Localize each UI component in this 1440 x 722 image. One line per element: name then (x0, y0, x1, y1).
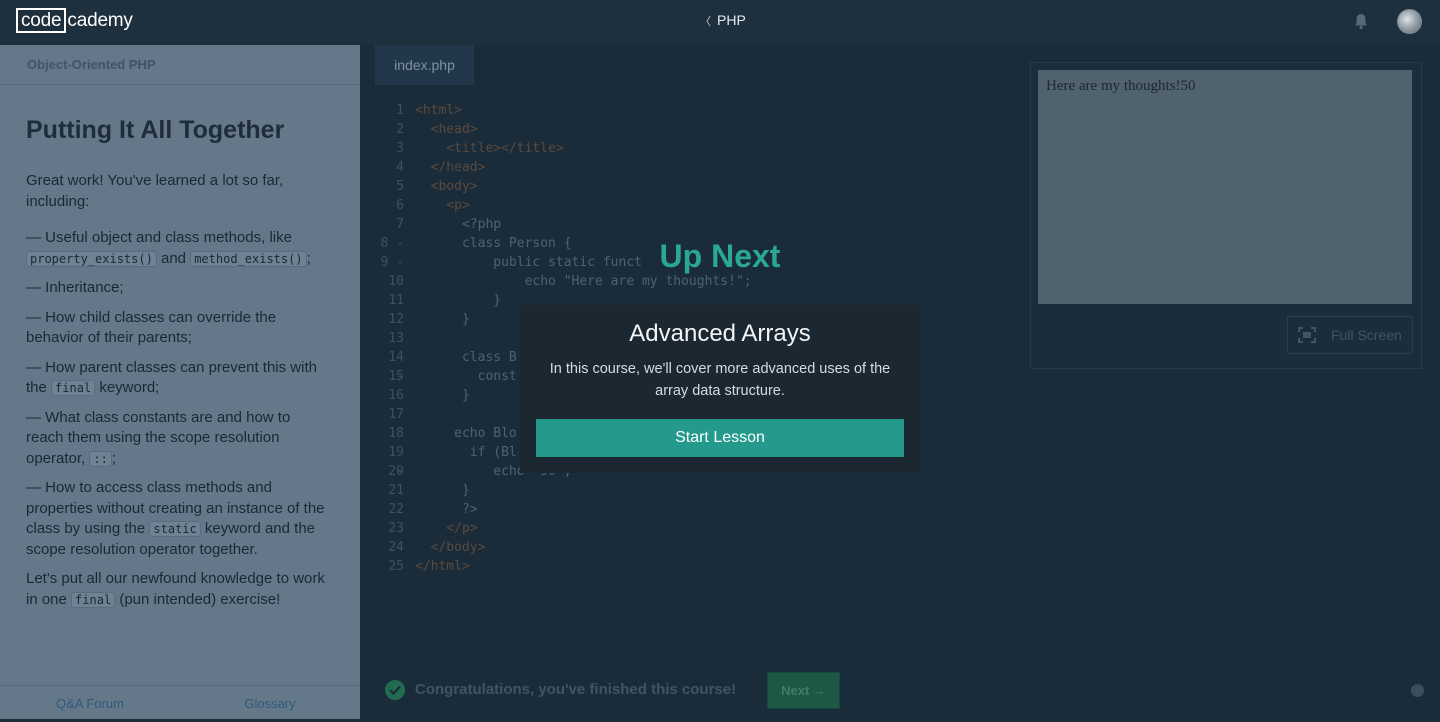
line-number: 2 (396, 122, 404, 137)
code-line: <?php (415, 217, 502, 232)
line-number: 7 (396, 217, 404, 232)
inline-code: static (149, 521, 201, 537)
code-line: </html> (415, 559, 470, 574)
notification-bell-icon[interactable] (1352, 12, 1370, 30)
line-number: 9 - (380, 255, 404, 270)
line-number: 22 (388, 502, 404, 517)
breadcrumb-label: PHP (717, 12, 746, 28)
line-number: 20 (388, 464, 404, 479)
lesson-footer: Q&A Forum Glossary (0, 685, 360, 719)
logo-code-text: code (16, 8, 67, 33)
lesson-bullet: — How parent classes can prevent this wi… (26, 358, 317, 396)
lesson-bullet: — How to access class methods and proper… (26, 479, 325, 558)
close-icon[interactable] (1411, 684, 1424, 697)
line-number: 15 (388, 369, 404, 384)
line-number: 8 - (380, 236, 404, 251)
code-line: <head> (415, 122, 478, 137)
inline-code: final (71, 591, 116, 608)
code-line: </body> (415, 540, 486, 555)
output-preview-panel: Here are my thoughts!50 Full Screen (1030, 62, 1422, 369)
line-number: 1 (396, 103, 404, 118)
next-button[interactable]: Next → (767, 672, 840, 709)
code-line: </p> (415, 521, 478, 536)
line-number: 25 (388, 559, 404, 574)
logo-cademy-text: cademy (67, 9, 133, 31)
line-number: 18 (388, 426, 404, 441)
user-avatar[interactable] (1397, 9, 1422, 34)
line-number: 11 (388, 293, 404, 308)
line-number-gutter: 12345678 -9 -10 11 12 13 14 -15 16 17 18 19 -20 2… (374, 101, 404, 576)
line-number: 10 (388, 274, 404, 289)
line-number: 13 (388, 331, 404, 346)
lesson-bullet: — What class constants are and how to re… (26, 408, 291, 467)
checkmark-icon (385, 680, 405, 700)
codecademy-logo[interactable]: code cademy (16, 8, 133, 33)
lesson-outro: Let's put all our newfound knowledge to … (26, 570, 325, 608)
line-number: 23 (388, 521, 404, 536)
line-number: 17 (388, 407, 404, 422)
inline-code: method_exists() (190, 250, 307, 267)
file-tab-index-php[interactable]: index.php (375, 45, 474, 85)
congratulations-message: Congratulations, you've finished this co… (415, 681, 737, 698)
output-text: Here are my thoughts!50 (1046, 78, 1196, 94)
lesson-title: Putting It All Together (26, 116, 285, 144)
lesson-intro: Great work! You've learned a lot so far,… (26, 172, 284, 210)
line-number: 21 (388, 483, 404, 498)
lesson-content: Putting It All Together Great work! You'… (26, 115, 326, 619)
top-navigation-bar: code cademy 〈 PHP (0, 0, 1440, 45)
output-frame: Here are my thoughts!50 (1038, 70, 1412, 304)
line-number: 19 - (388, 445, 404, 479)
next-course-description: In this course, we'll cover more advance… (549, 361, 891, 399)
lesson-bullet: — How child classes can override the beh… (26, 308, 277, 347)
code-line: } (415, 483, 470, 498)
bottom-status-bar: Congratulations, you've finished this co… (360, 665, 1440, 719)
inline-code: final (51, 380, 96, 396)
code-line: <body> (415, 179, 478, 194)
qa-forum-link[interactable]: Q&A Forum (0, 686, 180, 719)
code-line: </head> (415, 160, 486, 175)
expand-icon (1298, 327, 1316, 343)
code-line: <title></title> (415, 141, 564, 156)
glossary-link[interactable]: Glossary (180, 686, 360, 719)
line-number: 4 (396, 160, 404, 175)
line-number: 16 (388, 388, 404, 403)
start-lesson-button[interactable]: Start Lesson (536, 419, 904, 457)
full-screen-button[interactable]: Full Screen (1287, 316, 1413, 354)
line-number: 5 (396, 179, 404, 194)
lesson-bullet: — Inheritance; (26, 279, 124, 296)
next-course-title: Advanced Arrays (629, 320, 811, 347)
code-line: ?> (415, 502, 478, 517)
code-line: <p> (415, 198, 470, 213)
course-breadcrumb[interactable]: 〈 PHP (700, 12, 746, 29)
inline-code: :: (89, 450, 112, 467)
full-screen-label: Full Screen (1331, 327, 1402, 343)
inline-code: property_exists() (26, 250, 157, 267)
lesson-panel: Object-Oriented PHP Putting It All Toget… (0, 45, 360, 719)
chevron-left-icon: 〈 (700, 16, 711, 28)
course-title: Object-Oriented PHP (0, 45, 360, 85)
line-number: 24 (388, 540, 404, 555)
code-line: <html> (415, 103, 462, 118)
up-next-modal: Advanced Arrays In this course, we'll co… (520, 305, 920, 473)
up-next-heading: Up Next (659, 238, 781, 274)
line-number: 14 - (388, 350, 404, 384)
line-number: 12 (388, 312, 404, 327)
line-number: 3 (396, 141, 404, 156)
line-number: 6 (396, 198, 404, 213)
lesson-bullet: — Useful object and class methods, like … (26, 229, 311, 267)
